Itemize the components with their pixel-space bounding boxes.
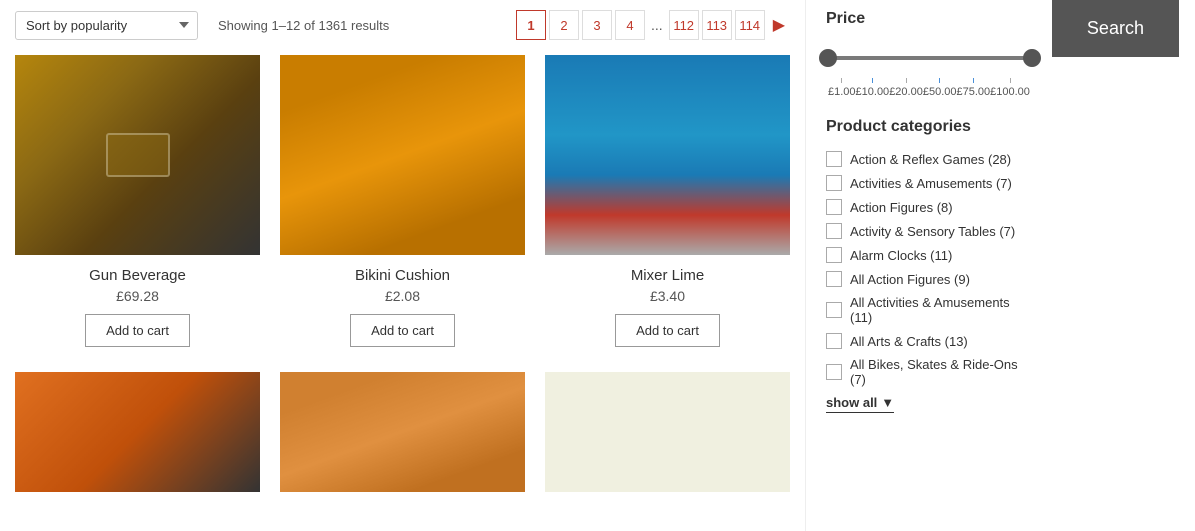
add-to-cart-btn-1[interactable]: Add to cart bbox=[85, 314, 190, 347]
tick-mark-2 bbox=[872, 78, 873, 83]
product-image-1 bbox=[15, 55, 260, 255]
tick-mark-1 bbox=[841, 78, 842, 83]
pagination: 1 2 3 4 ... 112 113 114 ▶ bbox=[516, 10, 790, 40]
price-label-6: £100.00 bbox=[990, 86, 1030, 98]
product-image-6 bbox=[545, 372, 790, 492]
product-image-3 bbox=[545, 55, 790, 255]
product-name-2: Bikini Cushion bbox=[355, 267, 450, 284]
categories-title: Product categories bbox=[826, 118, 1032, 136]
category-checkbox-5[interactable] bbox=[826, 271, 842, 287]
product-card-4 bbox=[15, 372, 260, 492]
price-thumb-max[interactable] bbox=[1023, 49, 1041, 67]
bottom-product-grid bbox=[15, 372, 790, 492]
category-checkbox-8[interactable] bbox=[826, 364, 842, 380]
price-label-3: £20.00 bbox=[889, 86, 923, 98]
categories-section: Product categories Action & Reflex Games… bbox=[826, 118, 1032, 413]
product-card-5 bbox=[280, 372, 525, 492]
price-thumb-min[interactable] bbox=[819, 49, 837, 67]
price-label-5: £75.00 bbox=[957, 86, 991, 98]
category-item-0: Action & Reflex Games (28) bbox=[826, 151, 1032, 167]
price-title: Price bbox=[826, 10, 1032, 28]
price-tick-5: £75.00 bbox=[957, 78, 991, 98]
product-card-3: Mixer Lime £3.40 Add to cart bbox=[545, 55, 790, 352]
page-3-btn[interactable]: 3 bbox=[582, 10, 612, 40]
price-tick-6: £100.00 bbox=[990, 78, 1030, 98]
product-name-1: Gun Beverage bbox=[89, 267, 186, 284]
add-to-cart-btn-3[interactable]: Add to cart bbox=[615, 314, 720, 347]
category-checkbox-1[interactable] bbox=[826, 175, 842, 191]
category-label-2[interactable]: Action Figures (8) bbox=[850, 200, 953, 215]
tick-mark-6 bbox=[1010, 78, 1011, 83]
product-image-4 bbox=[15, 372, 260, 492]
category-label-8[interactable]: All Bikes, Skates & Ride-Ons (7) bbox=[850, 357, 1032, 387]
product-price-1: £69.28 bbox=[116, 288, 159, 304]
price-slider[interactable] bbox=[826, 43, 1032, 73]
page-1-btn[interactable]: 1 bbox=[516, 10, 546, 40]
next-page-btn[interactable]: ▶ bbox=[768, 15, 790, 35]
category-label-3[interactable]: Activity & Sensory Tables (7) bbox=[850, 224, 1015, 239]
price-labels: £1.00 £10.00 £20.00 £50.00 bbox=[826, 78, 1032, 98]
product-price-3: £3.40 bbox=[650, 288, 685, 304]
category-item-7: All Arts & Crafts (13) bbox=[826, 333, 1032, 349]
category-item-4: Alarm Clocks (11) bbox=[826, 247, 1032, 263]
category-label-5[interactable]: All Action Figures (9) bbox=[850, 272, 970, 287]
category-checkbox-3[interactable] bbox=[826, 223, 842, 239]
price-tick-1: £1.00 bbox=[828, 78, 856, 98]
category-checkbox-6[interactable] bbox=[826, 302, 842, 318]
category-item-1: Activities & Amusements (7) bbox=[826, 175, 1032, 191]
page-114-btn[interactable]: 114 bbox=[735, 10, 765, 40]
product-card-1: Gun Beverage £69.28 Add to cart bbox=[15, 55, 260, 352]
category-label-4[interactable]: Alarm Clocks (11) bbox=[850, 248, 952, 263]
sort-select[interactable]: Sort by popularitySort by popularitySort… bbox=[15, 11, 198, 40]
page-2-btn[interactable]: 2 bbox=[549, 10, 579, 40]
page-113-btn[interactable]: 113 bbox=[702, 10, 732, 40]
search-button[interactable]: Search bbox=[1052, 0, 1179, 57]
price-tick-4: £50.00 bbox=[923, 78, 957, 98]
sidebar: Price £1.00 bbox=[805, 0, 1195, 531]
price-range bbox=[826, 56, 1032, 60]
add-to-cart-btn-2[interactable]: Add to cart bbox=[350, 314, 455, 347]
category-label-0[interactable]: Action & Reflex Games (28) bbox=[850, 152, 1011, 167]
price-filter: Price £1.00 bbox=[826, 10, 1032, 98]
price-label-1: £1.00 bbox=[828, 86, 856, 98]
results-count: Showing 1–12 of 1361 results bbox=[218, 18, 389, 33]
product-card-6 bbox=[545, 372, 790, 492]
price-tick-2: £10.00 bbox=[856, 78, 890, 98]
product-card-2: Bikini Cushion £2.08 Add to cart bbox=[280, 55, 525, 352]
show-all-btn[interactable]: show all ▼ bbox=[826, 395, 894, 413]
category-item-3: Activity & Sensory Tables (7) bbox=[826, 223, 1032, 239]
category-item-5: All Action Figures (9) bbox=[826, 271, 1032, 287]
tick-mark-3 bbox=[906, 78, 907, 83]
product-price-2: £2.08 bbox=[385, 288, 420, 304]
category-item-2: Action Figures (8) bbox=[826, 199, 1032, 215]
category-checkbox-7[interactable] bbox=[826, 333, 842, 349]
product-name-3: Mixer Lime bbox=[631, 267, 704, 284]
chevron-down-icon: ▼ bbox=[881, 395, 894, 410]
page-4-btn[interactable]: 4 bbox=[615, 10, 645, 40]
tick-mark-4 bbox=[939, 78, 940, 83]
price-label-2: £10.00 bbox=[856, 86, 890, 98]
category-checkbox-0[interactable] bbox=[826, 151, 842, 167]
category-item-8: All Bikes, Skates & Ride-Ons (7) bbox=[826, 357, 1032, 387]
price-tick-3: £20.00 bbox=[889, 78, 923, 98]
page-112-btn[interactable]: 112 bbox=[669, 10, 699, 40]
category-checkbox-2[interactable] bbox=[826, 199, 842, 215]
category-checkbox-4[interactable] bbox=[826, 247, 842, 263]
show-all-label: show all bbox=[826, 395, 877, 410]
product-grid: Gun Beverage £69.28 Add to cart Bikini C… bbox=[15, 55, 790, 352]
category-label-1[interactable]: Activities & Amusements (7) bbox=[850, 176, 1012, 191]
category-label-6[interactable]: All Activities & Amusements (11) bbox=[850, 295, 1032, 325]
tick-mark-5 bbox=[973, 78, 974, 83]
product-image-2 bbox=[280, 55, 525, 255]
category-item-6: All Activities & Amusements (11) bbox=[826, 295, 1032, 325]
product-image-5 bbox=[280, 372, 525, 492]
page-dots: ... bbox=[648, 17, 666, 33]
price-label-4: £50.00 bbox=[923, 86, 957, 98]
category-label-7[interactable]: All Arts & Crafts (13) bbox=[850, 334, 968, 349]
